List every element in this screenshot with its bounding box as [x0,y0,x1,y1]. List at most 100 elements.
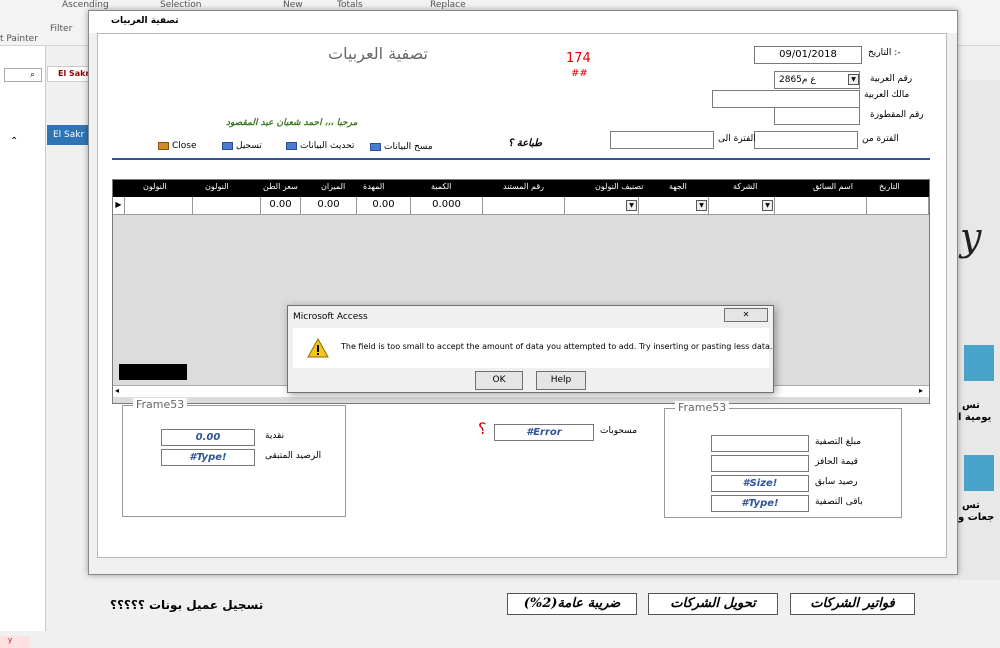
owner-label: مالك العربية [864,90,910,100]
col-header-date: التاريخ [879,182,900,191]
col-header-driver: اسم السائق [813,182,853,191]
help-button[interactable]: Help [536,371,586,390]
clear-data-button[interactable]: مسح البيانات [370,142,433,152]
settlement-amount-label: مبلغ التصفية [815,437,862,447]
chevron-down-icon[interactable]: ▼ [848,74,859,85]
period-from-label: الفترة من [862,134,899,144]
trailer-input[interactable] [774,107,860,125]
cell-ton-price[interactable]: 0.00 [261,197,301,214]
col-header-destination: الجهة [669,182,687,191]
print-label[interactable]: طباعة ؟ [508,138,542,149]
scroll-right-icon[interactable]: ▸ [919,386,923,395]
period-to-input[interactable] [610,131,714,149]
trailer-label: رقم المقطورة [870,110,924,120]
cell-freight[interactable] [193,197,261,214]
selection-button[interactable]: Selection [160,0,201,10]
error-dialog: Microsoft Access ✕ The field is too smal… [287,305,774,393]
cell-freight-2[interactable] [125,197,193,214]
warning-icon [307,338,329,358]
nav-item-highlight[interactable]: y [0,636,30,648]
ok-button[interactable]: OK [475,371,523,390]
vehicle-label: رقم العربية [870,74,913,84]
navigation-pane: ⌕ ⌃ y [0,46,46,648]
chevron-down-icon[interactable]: ▼ [626,200,637,211]
totals-button[interactable]: Totals [337,0,363,10]
save-label: تسجيل [236,141,262,151]
cell-scale[interactable]: 0.00 [301,197,357,214]
owner-input[interactable] [712,90,860,108]
period-from-input[interactable] [754,131,858,149]
incentive-input[interactable] [711,455,809,472]
bg-side-text-4: جعات و [958,512,995,523]
save-button[interactable]: تسجيل [222,141,262,151]
col-header-custody: المهدة [363,182,385,191]
form-body: تصفية العربيات 174 ## 09/01/2018 التاريخ… [97,33,947,558]
cell-date[interactable] [867,197,929,214]
format-painter-button[interactable]: t Painter [0,34,38,44]
frame-right-title: Frame53 [675,401,730,414]
cash-value[interactable]: 0.00 [161,429,255,446]
frame-right: Frame53 مبلغ التصفية قيمة الحافز #Size! … [664,401,902,518]
col-header-freight-class: تصنيف النولون [595,182,644,191]
form-window: تصفية العربيات تصفية العربيات 174 ## 09/… [88,10,958,575]
col-header-company: الشركة [733,182,758,191]
nav-search-input[interactable] [4,68,42,82]
refresh-icon [286,142,297,150]
new-button[interactable]: New [283,0,303,10]
welcome-text: مرحبا ،،، احمد شعبان عبد المقصود [226,118,358,128]
bg-document-tab[interactable]: El Sakr [47,66,92,82]
refresh-data-label: تحديث البيانات [300,141,355,151]
col-header-scale: الميزان [321,182,346,191]
cash-label: نقدية [265,431,285,441]
save-icon [222,142,233,150]
col-header-freight: النولون [205,182,229,191]
dialog-title: Microsoft Access [293,312,368,322]
record-number: 174 [566,51,591,66]
dialog-close-button[interactable]: ✕ [724,308,768,322]
withdrawals-value[interactable]: #Error [494,424,594,441]
cell-quantity[interactable]: 0.000 [411,197,483,214]
dialog-message: The field is too small to accept the amo… [341,342,773,351]
remaining-balance-value[interactable]: #Type! [161,449,255,466]
remaining-balance-label: الرصيد المتبقى [265,451,322,461]
bg-big-letter: y [960,215,982,259]
company-transfer-button[interactable]: تحويل الشركات [648,593,778,615]
frame-left-title: Frame53 [133,398,188,411]
question-mark: ؟ [478,419,487,438]
cell-custody[interactable]: 0.00 [357,197,411,214]
col-header-quantity: الكمية [431,182,452,191]
date-label: التاريخ :- [868,48,901,58]
bg-bottom-label: تسجيل عميل بونات ؟؟؟؟؟ [110,598,264,612]
grid-header: التاريخ اسم السائق الشركة الجهة تصنيف ال… [113,180,929,197]
clear-icon [370,143,381,151]
row-selector-icon[interactable]: ▶ [113,197,125,214]
prev-balance-value[interactable]: #Size! [711,475,809,492]
replace-button[interactable]: Replace [430,0,466,10]
bg-side-text-3: تس [962,500,980,511]
form-title: تصفية العربيات [328,44,428,63]
cell-driver[interactable] [775,197,867,214]
chevron-down-icon[interactable]: ▼ [762,200,773,211]
col-header-freight-2: النولون [143,182,167,191]
scroll-left-icon[interactable]: ◂ [115,386,119,395]
ascending-button[interactable]: Ascending [62,0,109,10]
close-button[interactable]: Close [158,141,197,151]
incentive-label: قيمة الحافز [815,457,858,467]
remaining-settlement-value[interactable]: #Type! [711,495,809,512]
period-to-label: الفترة الى [718,134,756,144]
bg-tile-icon [964,345,994,381]
cell-document[interactable] [483,197,565,214]
general-tax-button[interactable]: ضريبة عامة(2%) [507,593,637,615]
date-input[interactable]: 09/01/2018 [754,46,862,64]
record-navigator[interactable] [119,364,187,380]
filter-button[interactable]: Filter [50,24,72,34]
chevron-down-icon[interactable]: ▼ [696,200,707,211]
bg-side-text-1: تس [962,400,980,411]
refresh-data-button[interactable]: تحديث البيانات [286,141,354,151]
grid-row[interactable]: ▶ 0.00 0.00 0.00 0.000 ▼ ▼ ▼ [113,197,929,215]
chevron-up-icon[interactable]: ⌃ [10,136,18,147]
company-invoices-button[interactable]: فواتير الشركات [790,593,915,615]
col-header-document: رقم المستند [503,182,545,191]
withdrawals-label: مسحوبات [600,426,638,436]
settlement-amount-input[interactable] [711,435,809,452]
